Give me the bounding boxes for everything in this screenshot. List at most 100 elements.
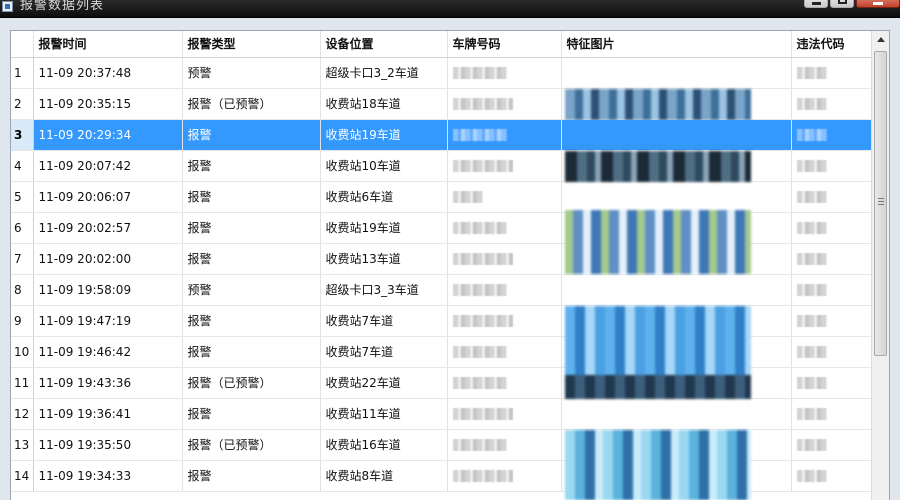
column-header-violation-code[interactable]: 违法代码 [791, 31, 872, 58]
cell-alarm-time[interactable]: 11-09 20:37:48 [33, 57, 183, 89]
close-button[interactable] [856, 0, 900, 8]
cell-alarm-time[interactable]: 11-09 20:35:15 [33, 88, 183, 120]
cell-feature-image[interactable] [561, 209, 792, 274]
feature-image-thumbnail[interactable] [564, 88, 751, 120]
vertical-scrollbar[interactable] [871, 31, 889, 500]
cell-feature-image[interactable] [561, 274, 792, 306]
column-header-device-location[interactable]: 设备位置 [320, 31, 448, 58]
cell-feature-image[interactable] [561, 460, 792, 492]
cell-alarm-type[interactable]: 报警 [182, 181, 321, 213]
cell-alarm-type[interactable]: 报警 [182, 398, 321, 430]
scrollbar-thumb[interactable] [874, 51, 887, 356]
scroll-up-button[interactable] [872, 31, 889, 48]
column-header-alarm-time[interactable]: 报警时间 [33, 31, 183, 58]
cell-alarm-type[interactable]: 报警 [182, 243, 321, 275]
cell-device-location[interactable]: 收费站8车道 [320, 460, 448, 492]
cell-plate-number[interactable] [447, 367, 562, 399]
table-row[interactable]: 5 11-09 20:06:07 报警 收费站6车道 [11, 181, 872, 213]
cell-alarm-time[interactable]: 11-09 19:58:09 [33, 274, 183, 306]
cell-violation-code[interactable] [791, 243, 872, 275]
cell-device-location[interactable]: 收费站7车道 [320, 336, 448, 368]
cell-alarm-time[interactable]: 11-09 19:46:42 [33, 336, 183, 368]
cell-device-location[interactable]: 收费站10车道 [320, 150, 448, 182]
cell-feature-image[interactable] [561, 336, 792, 368]
cell-alarm-type[interactable]: 报警 [182, 460, 321, 492]
table-row[interactable]: 9 11-09 19:47:19 报警 收费站7车道 [11, 305, 872, 399]
cell-device-location[interactable]: 收费站22车道 [320, 367, 448, 399]
cell-feature-image[interactable] [561, 150, 792, 182]
cell-device-location[interactable]: 收费站7车道 [320, 305, 448, 337]
cell-device-location[interactable]: 收费站16车道 [320, 429, 448, 461]
cell-alarm-time[interactable]: 11-09 20:06:07 [33, 181, 183, 213]
cell-alarm-time[interactable]: 11-09 20:02:57 [33, 212, 183, 244]
cell-device-location[interactable]: 收费站13车道 [320, 243, 448, 275]
cell-violation-code[interactable] [791, 57, 872, 89]
cell-alarm-type[interactable]: 报警 [182, 119, 321, 151]
cell-violation-code[interactable] [791, 88, 872, 120]
cell-violation-code[interactable] [791, 460, 872, 492]
table-row[interactable]: 14 11-09 19:34:33 报警 收费站8车道 [11, 460, 872, 492]
cell-plate-number[interactable] [447, 460, 562, 492]
cell-device-location[interactable]: 收费站18车道 [320, 88, 448, 120]
cell-device-location[interactable]: 超级卡口3_2车道 [320, 57, 448, 89]
minimize-button[interactable] [804, 0, 828, 8]
cell-plate-number[interactable] [447, 88, 562, 120]
cell-alarm-time[interactable]: 11-09 19:34:33 [33, 460, 183, 492]
cell-alarm-type[interactable]: 报警 [182, 212, 321, 244]
cell-violation-code[interactable] [791, 305, 872, 337]
cell-feature-image[interactable] [561, 119, 792, 151]
cell-alarm-time[interactable]: 11-09 20:29:34 [33, 119, 183, 151]
cell-violation-code[interactable] [791, 274, 872, 306]
cell-alarm-type[interactable]: 报警 [182, 305, 321, 337]
cell-alarm-type[interactable]: 报警（已预警） [182, 429, 321, 461]
cell-plate-number[interactable] [447, 150, 562, 182]
table-row[interactable]: 2 11-09 20:35:15 报警（已预警） 收费站18车道 [11, 88, 872, 120]
table-row[interactable]: 12 11-09 19:36:41 报警 收费站11车道 [11, 398, 872, 430]
cell-plate-number[interactable] [447, 398, 562, 430]
cell-feature-image[interactable] [561, 367, 792, 399]
cell-device-location[interactable]: 收费站6车道 [320, 181, 448, 213]
cell-alarm-type[interactable]: 预警 [182, 274, 321, 306]
cell-violation-code[interactable] [791, 119, 872, 151]
cell-device-location[interactable]: 超级卡口3_3车道 [320, 274, 448, 306]
cell-plate-number[interactable] [447, 119, 562, 151]
cell-feature-image[interactable] [561, 88, 792, 120]
cell-feature-image[interactable] [561, 429, 792, 500]
maximize-button[interactable] [830, 0, 854, 8]
cell-alarm-type[interactable]: 预警 [182, 57, 321, 89]
table-row[interactable]: 8 11-09 19:58:09 预警 超级卡口3_3车道 [11, 274, 872, 306]
feature-image-thumbnail[interactable] [564, 150, 751, 182]
cell-alarm-time[interactable]: 11-09 19:35:50 [33, 429, 183, 461]
cell-device-location[interactable]: 收费站19车道 [320, 119, 448, 151]
cell-alarm-time[interactable]: 11-09 19:47:19 [33, 305, 183, 337]
cell-plate-number[interactable] [447, 57, 562, 89]
cell-violation-code[interactable] [791, 150, 872, 182]
cell-alarm-time[interactable]: 11-09 19:36:41 [33, 398, 183, 430]
cell-violation-code[interactable] [791, 367, 872, 399]
table-row[interactable]: 4 11-09 20:07:42 报警 收费站10车道 [11, 150, 872, 182]
cell-device-location[interactable]: 收费站11车道 [320, 398, 448, 430]
cell-alarm-time[interactable]: 11-09 20:07:42 [33, 150, 183, 182]
column-header-feature-image[interactable]: 特征图片 [561, 31, 792, 58]
cell-device-location[interactable]: 收费站19车道 [320, 212, 448, 244]
cell-plate-number[interactable] [447, 429, 562, 461]
cell-feature-image[interactable] [561, 57, 792, 89]
cell-plate-number[interactable] [447, 336, 562, 368]
cell-plate-number[interactable] [447, 243, 562, 275]
table-row[interactable]: 3 11-09 20:29:34 报警 收费站19车道 [11, 119, 872, 151]
cell-alarm-type[interactable]: 报警 [182, 150, 321, 182]
cell-plate-number[interactable] [447, 305, 562, 337]
cell-alarm-type[interactable]: 报警 [182, 336, 321, 368]
cell-plate-number[interactable] [447, 212, 562, 244]
cell-plate-number[interactable] [447, 181, 562, 213]
table-row[interactable]: 11 11-09 19:43:36 报警（已预警） 收费站22车道 [11, 367, 872, 399]
cell-plate-number[interactable] [447, 274, 562, 306]
cell-feature-image[interactable] [561, 398, 792, 430]
cell-violation-code[interactable] [791, 429, 872, 461]
cell-feature-image[interactable] [561, 181, 792, 213]
table-row[interactable]: 7 11-09 20:02:00 报警 收费站13车道 [11, 243, 872, 275]
table-row[interactable]: 1 11-09 20:37:48 预警 超级卡口3_2车道 [11, 57, 872, 89]
cell-alarm-time[interactable]: 11-09 19:43:36 [33, 367, 183, 399]
cell-violation-code[interactable] [791, 398, 872, 430]
column-header-alarm-type[interactable]: 报警类型 [182, 31, 321, 58]
